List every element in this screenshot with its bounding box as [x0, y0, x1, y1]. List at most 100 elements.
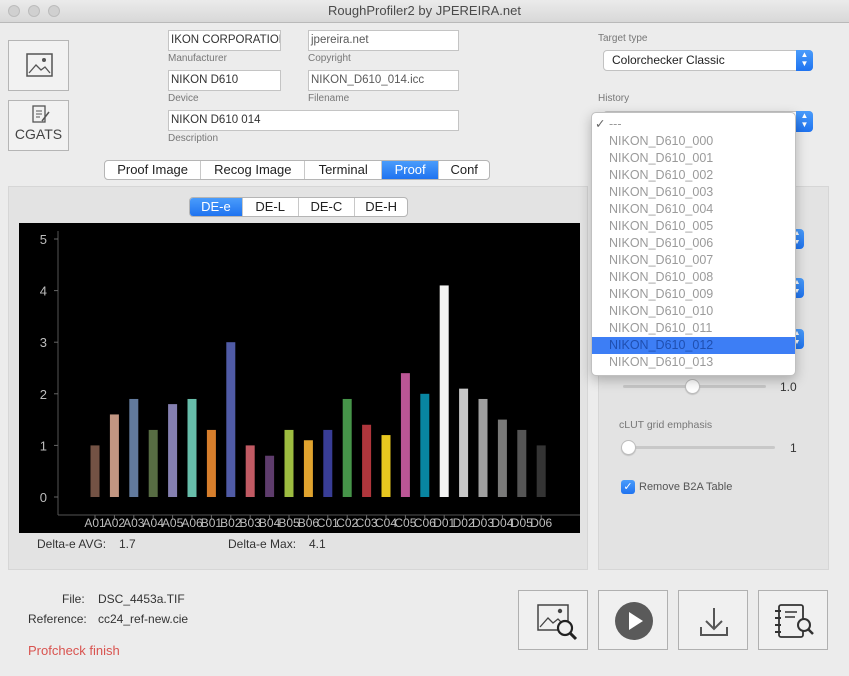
- open-image-button[interactable]: [8, 40, 69, 91]
- history-caption: History: [598, 93, 630, 104]
- bar-C03: [362, 424, 372, 497]
- history-item[interactable]: NIKON_D610_006: [592, 235, 795, 252]
- bar-D05: [517, 429, 527, 497]
- history-item[interactable]: NIKON_D610_013: [592, 354, 795, 371]
- bar-B06: [303, 440, 313, 497]
- bar-B01: [206, 429, 216, 497]
- history-item[interactable]: NIKON_D610_012: [592, 337, 795, 354]
- history-item[interactable]: NIKON_D610_010: [592, 303, 795, 320]
- y-tick-label: 4: [40, 284, 47, 299]
- delta-e-chart: 012345 A01 A02 A03 A04 A05 A06 B01 B02 B03 B04 B05…: [19, 223, 580, 533]
- history-item-label: NIKON_D610_005: [609, 219, 714, 233]
- manufacturer-caption: Manufacturer: [168, 53, 227, 64]
- tab-recog-image[interactable]: Recog Image: [201, 161, 306, 179]
- y-tick-label: 3: [40, 335, 47, 350]
- bar-A01: [90, 445, 100, 497]
- device-caption: Device: [168, 93, 199, 104]
- copyright-caption: Copyright: [308, 53, 351, 64]
- history-item-label: NIKON_D610_013: [609, 355, 714, 369]
- window-title: RoughProfiler2 by JPEREIRA.net: [328, 3, 521, 18]
- cgats-button[interactable]: CGATS: [8, 100, 69, 151]
- delta-e-max-label: Delta-e Max:: [228, 537, 297, 551]
- history-item[interactable]: NIKON_D610_011: [592, 320, 795, 337]
- history-item-label: NIKON_D610_001: [609, 151, 714, 165]
- filename-field[interactable]: NIKON_D610_014.icc: [308, 70, 459, 91]
- image-icon: [26, 53, 53, 77]
- select-arrows-icon: ▲ ▼: [796, 50, 813, 71]
- history-item-label: NIKON_D610_009: [609, 287, 714, 301]
- tab-proof[interactable]: Proof: [381, 161, 440, 179]
- target-type-caption: Target type: [598, 33, 648, 44]
- history-item-label: NIKON_D610_007: [609, 253, 714, 267]
- bar-A04: [148, 429, 158, 497]
- bar-D01: [439, 285, 449, 497]
- history-item[interactable]: NIKON_D610_001: [592, 150, 795, 167]
- bar-A06: [187, 398, 197, 497]
- copyright-field[interactable]: jpereira.net: [308, 30, 459, 51]
- x-tick-label: D06: [530, 516, 552, 530]
- tab-de-c[interactable]: DE-C: [299, 198, 356, 216]
- select-arrows-icon: ▲ ▼: [796, 111, 813, 132]
- history-item-label: NIKON_D610_011: [609, 321, 713, 335]
- tab-de-h[interactable]: DE-H: [355, 198, 407, 216]
- cgats-label: CGATS: [14, 126, 63, 142]
- download-button[interactable]: [678, 590, 748, 650]
- file-value: DSC_4453a.TIF: [98, 592, 185, 606]
- tab-de-e[interactable]: DE-e: [190, 198, 243, 216]
- history-item-label: NIKON_D610_004: [609, 202, 714, 216]
- bar-D04: [497, 419, 507, 497]
- history-item[interactable]: NIKON_D610_005: [592, 218, 795, 235]
- checkmark-icon: ✓: [595, 117, 606, 131]
- clut-slider-track: [623, 446, 775, 449]
- device-field[interactable]: NIKON D610: [168, 70, 281, 91]
- bar-A02: [109, 414, 119, 497]
- history-item[interactable]: NIKON_D610_000: [592, 133, 795, 150]
- inspect-report-button[interactable]: [758, 590, 828, 650]
- download-icon: [700, 608, 728, 636]
- bar-B03: [245, 445, 255, 497]
- main-tabs: Proof Image Recog Image Terminal Proof C…: [104, 160, 490, 180]
- file-label: File:: [62, 592, 85, 606]
- history-item[interactable]: NIKON_D610_008: [592, 269, 795, 286]
- history-item[interactable]: NIKON_D610_009: [592, 286, 795, 303]
- tab-terminal[interactable]: Terminal: [305, 161, 382, 179]
- bar-B04: [265, 455, 275, 497]
- run-button[interactable]: [598, 590, 668, 650]
- bar-C06: [420, 393, 430, 497]
- history-item[interactable]: ✓ ---: [592, 116, 795, 133]
- filename-caption: Filename: [308, 93, 350, 104]
- delta-e-chart-svg: 012345 A01A02A03A04A05A06B01B02B03B04B05…: [40, 231, 580, 530]
- remove-b2a-checkbox[interactable]: ✓: [621, 480, 635, 494]
- tab-conf[interactable]: Conf: [439, 161, 489, 179]
- bar-D02: [459, 388, 469, 497]
- clut-slider-knob[interactable]: [621, 440, 636, 455]
- history-item-label: NIKON_D610_012: [609, 338, 714, 352]
- y-tick-label: 0: [40, 490, 47, 505]
- proof-image-button[interactable]: [518, 590, 588, 650]
- bar-D03: [478, 398, 488, 497]
- description-field[interactable]: NIKON D610 014: [168, 110, 459, 131]
- bar-A05: [168, 404, 178, 497]
- description-caption: Description: [168, 133, 219, 144]
- bar-C05: [400, 373, 410, 497]
- bar-A03: [129, 398, 139, 497]
- history-menu: ✓ --- NIKON_D610_000 NIKON_D610_001 NIKON_D6…: [591, 112, 796, 376]
- manufacturer-field[interactable]: IKON CORPORATION: [168, 30, 281, 51]
- history-item[interactable]: NIKON_D610_003: [592, 184, 795, 201]
- tab-de-l[interactable]: DE-L: [243, 198, 299, 216]
- y-tick-label: 2: [40, 387, 47, 402]
- history-item[interactable]: NIKON_D610_004: [592, 201, 795, 218]
- slider-value: 1.0: [780, 380, 797, 394]
- history-item-label: ---: [609, 117, 622, 131]
- history-item-label: NIKON_D610_000: [609, 134, 714, 148]
- slider-knob[interactable]: [684, 379, 700, 394]
- tab-proof-image[interactable]: Proof Image: [105, 161, 202, 179]
- history-item-label: NIKON_D610_008: [609, 270, 714, 284]
- image-search-icon: [537, 604, 578, 641]
- target-type-select[interactable]: Colorchecker Classic ▲ ▼: [603, 50, 813, 71]
- history-item-label: NIKON_D610_002: [609, 168, 714, 182]
- history-item[interactable]: NIKON_D610_007: [592, 252, 795, 269]
- clut-grid-emphasis-label: cLUT grid emphasis: [619, 419, 713, 431]
- reference-label: Reference:: [28, 612, 87, 626]
- history-item[interactable]: NIKON_D610_002: [592, 167, 795, 184]
